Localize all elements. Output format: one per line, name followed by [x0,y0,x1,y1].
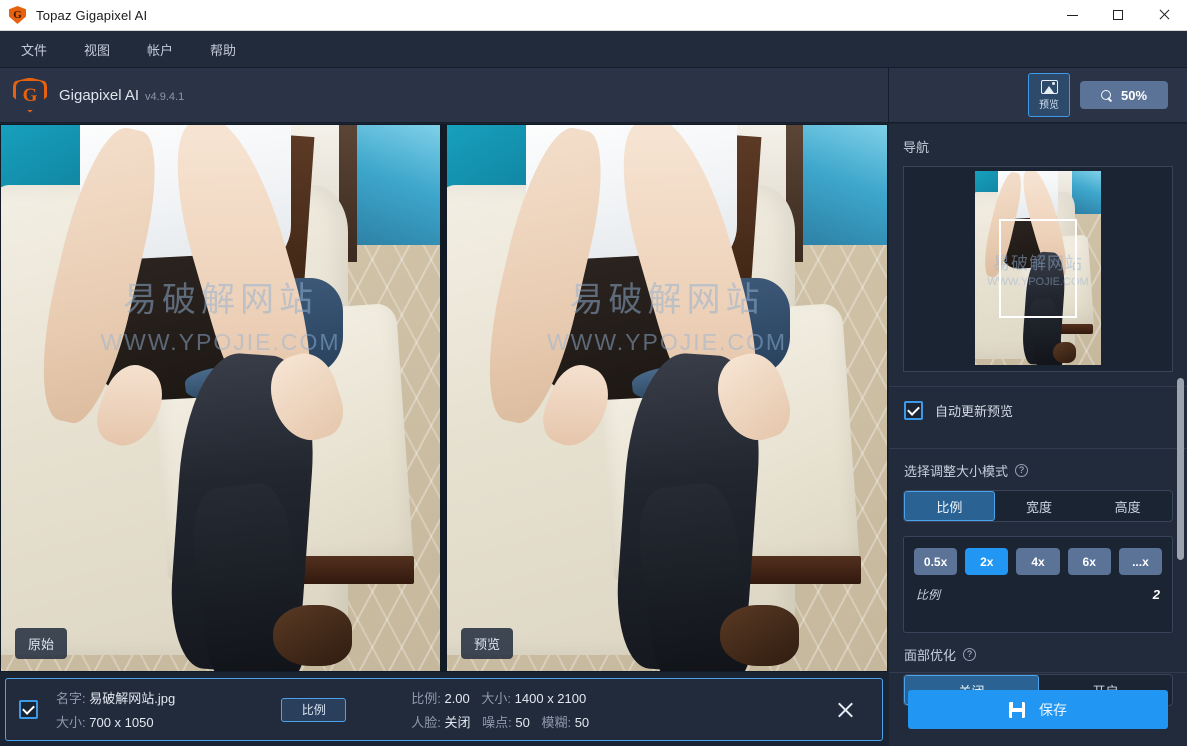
minimize-button[interactable] [1049,0,1095,31]
preview-toggle-label: 预览 [1039,99,1059,111]
shield-g-icon [9,6,26,24]
gigapixel-logo-icon: G [13,77,47,113]
resize-mode-segmented-control: 比例 宽度 高度 [903,490,1173,522]
question-mark-icon[interactable]: ? [1015,464,1029,477]
resize-mode-label: 选择调整大小模式 [904,464,1009,479]
image-compare-area: 易破解网站 WWW.YPOJIE.COM 原始 易破解网站 WWW.YPOJIE… [0,124,888,672]
auto-update-preview-checkbox[interactable] [904,401,923,420]
maximize-button[interactable] [1095,0,1141,31]
file-name-key: 名字: [56,691,86,706]
minimize-icon [1066,14,1078,16]
close-icon [1158,9,1170,21]
noise-key: 噪点: [482,715,512,730]
image-icon [1040,79,1058,94]
save-area: 保存 [889,672,1187,746]
blur-key: 模糊: [541,715,572,730]
preview-badge: 预览 [461,628,514,659]
brand-name: Gigapixel AI [59,86,140,104]
menu-item-view[interactable]: 视图 [76,36,118,63]
remove-file-button[interactable] [836,701,854,719]
output-size-value: 1400 x 2100 [514,691,587,706]
file-name-row: 名字: 易破解网站.jpg [56,688,175,707]
header-divider [888,68,889,123]
sidebar-scrollbar[interactable] [1177,378,1184,560]
scale-option-2x[interactable]: 2x [965,548,1009,575]
file-select-checkbox[interactable] [19,700,38,719]
resize-mode-option-width[interactable]: 宽度 [995,491,1084,521]
file-output-info: 比例: 2.00 大小: 1400 x 2100 人脸: 关闭 噪点: 50 模… [411,688,589,731]
original-image-pane[interactable]: 易破解网站 WWW.YPOJIE.COM 原始 [1,125,440,671]
magnifier-icon [1100,89,1112,101]
face-refinement-label-row: 面部优化 ? [889,633,1187,674]
output-params-row: 人脸: 关闭 噪点: 50 模糊: 50 [411,712,589,731]
photo-window [1072,171,1101,214]
output-scale-value: 2.00 [444,691,470,706]
save-button-label: 保存 [1039,701,1067,718]
menu-item-help[interactable]: 帮助 [202,36,244,63]
photo-foot [1053,341,1076,364]
title-bar: Topaz Gigapixel AI [0,0,1187,31]
app-logo [9,6,26,24]
navigator-panel[interactable]: 易破解网站 WWW.YPOJIE.COM [903,166,1173,372]
file-size-value: 700 x 1050 [89,715,154,730]
auto-update-preview-row[interactable]: 自动更新预览 [889,387,1187,434]
noise-value: 50 [515,715,530,730]
question-mark-icon[interactable]: ? [963,648,977,661]
navigator-thumbnail: 易破解网站 WWW.YPOJIE.COM [975,171,1101,365]
zoom-level-button[interactable]: 50% [1080,81,1168,109]
menu-bar: 文件 视图 帐户 帮助 [0,31,1187,68]
brand: G Gigapixel AI v4.9.4.1 [13,77,185,113]
window-title: Topaz Gigapixel AI [36,7,148,23]
auto-update-preview-label: 自动更新预览 [935,404,1014,419]
face-value: 关闭 [444,715,471,730]
menu-item-account[interactable]: 帐户 [139,36,181,63]
scale-meta-label: 比例 [916,588,941,602]
file-ratio-button[interactable]: 比例 [281,697,347,722]
original-badge: 原始 [15,628,68,659]
output-scale-key: 比例: [411,691,441,706]
face-refinement-label: 面部优化 [904,648,957,663]
save-button[interactable]: 保存 [908,690,1168,729]
file-bar: 名字: 易破解网站.jpg 大小: 700 x 1050 比例 比例: 2.00… [5,678,883,741]
output-scale-row: 比例: 2.00 大小: 1400 x 2100 [411,688,589,707]
brand-mark-letter: G [22,84,38,106]
scale-option-4x[interactable]: 4x [1016,548,1060,575]
preview-toggle-button[interactable]: 预览 [1028,73,1070,117]
blur-value: 50 [574,715,590,730]
scale-panel: 0.5x 2x 4x 6x ...x 比例 2 [903,536,1173,633]
navigator-viewport-rect[interactable] [999,219,1077,318]
file-size-key: 大小: [56,715,86,730]
close-button[interactable] [1141,0,1187,31]
scale-option-0-5x[interactable]: 0.5x [914,548,958,575]
resize-mode-option-scale[interactable]: 比例 [904,491,995,521]
original-photo: 易破解网站 WWW.YPOJIE.COM [1,125,440,671]
photo-foot [273,605,353,666]
file-info: 名字: 易破解网站.jpg 大小: 700 x 1050 [56,688,175,731]
right-sidebar: 导航 易破解网站 WWW.YPOJIE.COM 自动更新预览 选择调整大小模式 … [889,124,1187,746]
app-header: G Gigapixel AI v4.9.4.1 预览 50% [0,68,1187,123]
app-version: v4.9.4.1 [145,91,185,103]
preview-image-pane[interactable]: 易破解网站 WWW.YPOJIE.COM 预览 [447,125,887,671]
scale-options-row: 0.5x 2x 4x 6x ...x [914,548,1163,575]
app-window: Topaz Gigapixel AI 文件 视图 帐户 帮助 G Gigapix… [0,0,1187,746]
zoom-level-label: 50% [1120,87,1148,103]
navigator-title: 导航 [903,140,930,155]
menu-item-file[interactable]: 文件 [13,36,55,63]
floppy-disk-icon [1009,701,1025,718]
photo-foot [719,605,799,666]
face-key: 人脸: [411,715,441,730]
resize-mode-label-row: 选择调整大小模式 ? [889,449,1187,490]
file-size-row: 大小: 700 x 1050 [56,712,175,731]
scale-meta-row: 比例 2 [914,586,1162,603]
scale-option-6x[interactable]: 6x [1067,548,1111,575]
file-name-value: 易破解网站.jpg [89,691,176,706]
scale-meta-value: 2 [1152,587,1160,602]
maximize-icon [1113,10,1123,20]
output-size-key: 大小: [481,691,512,706]
resize-mode-option-height[interactable]: 高度 [1083,491,1172,521]
scale-option-custom[interactable]: ...x [1118,548,1163,575]
preview-photo: 易破解网站 WWW.YPOJIE.COM [447,125,887,671]
